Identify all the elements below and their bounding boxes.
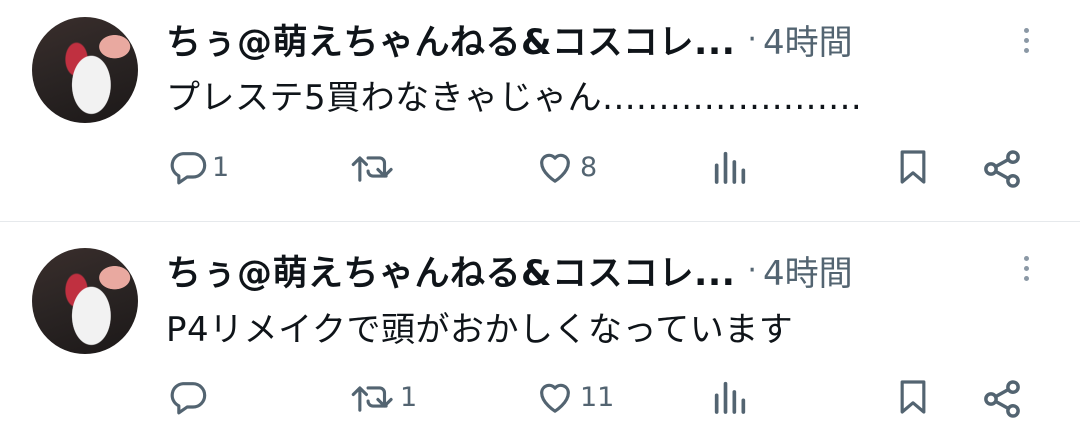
author-name[interactable]: ちぅ@萌えちゃんねる&コスコレ... xyxy=(166,245,735,296)
retweet-icon xyxy=(351,386,393,412)
retweet-button[interactable]: 1 xyxy=(350,377,417,417)
like-count: 11 xyxy=(580,381,615,413)
views-icon xyxy=(714,381,746,414)
avatar[interactable] xyxy=(32,248,138,354)
timestamp[interactable]: 4時間 xyxy=(763,246,853,295)
separator: · xyxy=(747,252,757,288)
reply-count: 1 xyxy=(212,151,230,183)
retweet-count: 1 xyxy=(400,381,418,413)
bookmark-icon xyxy=(900,380,926,414)
share-button[interactable] xyxy=(980,377,1024,421)
like-button[interactable]: 8 xyxy=(534,147,597,187)
share-button[interactable] xyxy=(980,147,1024,191)
tweet[interactable]: ちぅ@萌えちゃんねる&コスコレ... · 4時間 P4リメイクで頭がおかしくなっ… xyxy=(0,222,1080,428)
bookmark-button[interactable] xyxy=(893,377,933,417)
tweet-text: プレステ5買わなきゃじゃん....................... xyxy=(166,78,863,118)
bookmark-icon xyxy=(900,150,926,184)
views-button[interactable] xyxy=(710,147,750,187)
reply-button[interactable]: 1 xyxy=(168,147,229,187)
views-button[interactable] xyxy=(710,377,750,417)
tweet-text: P4リメイクで頭がおかしくなっています xyxy=(166,310,794,350)
share-icon xyxy=(984,380,1020,418)
like-button[interactable]: 11 xyxy=(534,377,614,417)
heart-icon xyxy=(540,153,570,183)
like-count: 8 xyxy=(580,151,598,183)
share-icon xyxy=(984,150,1020,188)
more-vertical-icon[interactable] xyxy=(1012,248,1040,288)
avatar[interactable] xyxy=(32,17,138,123)
timestamp[interactable]: 4時間 xyxy=(763,15,853,64)
reply-button[interactable] xyxy=(168,377,212,417)
tweet[interactable]: ちぅ@萌えちゃんねる&コスコレ... · 4時間 プレステ5買わなきゃじゃん..… xyxy=(0,0,1080,222)
tweet-header: ちぅ@萌えちゃんねる&コスコレ... · 4時間 xyxy=(166,246,853,295)
separator: · xyxy=(747,21,757,57)
retweet-icon xyxy=(351,156,393,182)
author-name[interactable]: ちぅ@萌えちゃんねる&コスコレ... xyxy=(166,14,735,65)
retweet-button[interactable] xyxy=(350,147,400,187)
tweet-header: ちぅ@萌えちゃんねる&コスコレ... · 4時間 xyxy=(166,15,853,64)
reply-icon xyxy=(170,152,207,185)
views-icon xyxy=(714,151,746,184)
more-vertical-icon[interactable] xyxy=(1012,20,1040,60)
heart-icon xyxy=(540,383,570,413)
bookmark-button[interactable] xyxy=(893,147,933,187)
reply-icon xyxy=(170,382,207,415)
